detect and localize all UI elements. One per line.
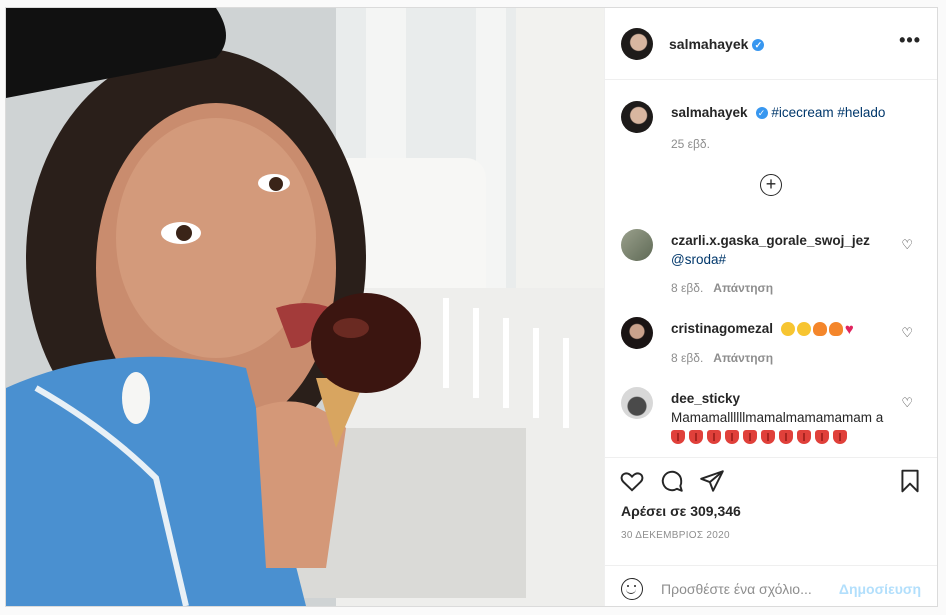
mention-link[interactable]: @sroda# (671, 252, 726, 267)
tongue-icon (707, 430, 721, 445)
post-date[interactable]: 30 ΔΕΚΕΜΒΡΙΟΣ 2020 (621, 530, 730, 541)
heart-icon[interactable]: ♡ (901, 237, 913, 253)
time-text: 8 εβδ. (671, 351, 704, 365)
red-heart-icon: ♥ (844, 320, 854, 338)
avatar[interactable] (621, 229, 653, 261)
caption-row: salmahayek ✓ #icecream #helado 25 εβδ. (621, 101, 921, 161)
fire-icon (828, 322, 843, 337)
fire-icon (812, 322, 827, 337)
comment-username[interactable]: dee_sticky (671, 391, 740, 406)
reply-button[interactable]: Απάντηση (713, 281, 773, 295)
tongue-icon (779, 430, 793, 445)
tongue-icon (671, 430, 685, 445)
post-photo[interactable] (6, 8, 604, 606)
tongue-icon (725, 430, 739, 445)
send-icon[interactable] (699, 468, 725, 494)
bookmark-icon[interactable] (897, 468, 923, 494)
comment-body: Mamamallllllmamalmamamamam a (671, 410, 884, 425)
time-text: 25 εβδ. (671, 137, 710, 151)
tongue-icon (815, 430, 829, 445)
tongue-icon (689, 430, 703, 445)
add-comment-bar: Προσθέστε ένα σχόλιο... Δημοσίευση (605, 565, 937, 615)
comment-text: cristinagomezal ♥ (671, 319, 891, 339)
list-item: cristinagomezal ♥ 8 εβδ. Απάντηση ♡ (621, 317, 921, 377)
post-card: salmahayek ✓ ••• salmahayek ✓ #icecream #h… (5, 7, 938, 607)
avatar[interactable] (621, 28, 653, 60)
comment-username[interactable]: cristinagomezal (671, 321, 773, 336)
comment-meta: 8 εβδ. Απάντηση (671, 281, 773, 295)
comments-list: salmahayek ✓ #icecream #helado 25 εβδ. + … (605, 79, 937, 457)
caption-username[interactable]: salmahayek (671, 105, 748, 120)
post-comment-button[interactable]: Δημοσίευση (839, 581, 921, 597)
caption-text: salmahayek ✓ #icecream #helado (671, 103, 891, 122)
comment-input[interactable]: Προσθέστε ένα σχόλιο... (661, 581, 812, 597)
verified-badge-icon: ✓ (752, 39, 765, 52)
plus-circle-icon[interactable]: + (760, 174, 782, 196)
username-text[interactable]: salmahayek (669, 36, 748, 52)
tongue-emoji-row (671, 429, 851, 445)
heart-icon[interactable] (619, 468, 645, 494)
avatar[interactable] (621, 317, 653, 349)
list-item: dee_sticky Mamamallllllmamalmamamamam a … (621, 387, 921, 447)
time-text: 8 εβδ. (671, 281, 704, 295)
likes-count[interactable]: Αρέσει σε 309,346 (621, 503, 741, 519)
avatar[interactable] (621, 387, 653, 419)
verified-badge-icon: ✓ (755, 107, 768, 120)
caption-time: 25 εβδ. (671, 137, 710, 151)
action-bar: Αρέσει σε 309,346 30 ΔΕΚΕΜΒΡΙΟΣ 2020 Προ… (605, 457, 937, 602)
tongue-icon (833, 430, 847, 445)
list-item: czarli.x.gaska_gorale_swoj_jez @sroda# 8… (621, 229, 921, 299)
comment-meta: 8 εβδ. Απάντηση (671, 351, 773, 365)
comment-text: czarli.x.gaska_gorale_swoj_jez @sroda# (671, 231, 891, 269)
hashtag-link[interactable]: #icecream (771, 105, 833, 120)
avatar[interactable] (621, 101, 653, 133)
header-username[interactable]: salmahayek ✓ (669, 36, 765, 52)
laughing-face-icon (796, 322, 811, 337)
reply-button[interactable]: Απάντηση (713, 351, 773, 365)
comment-username[interactable]: czarli.x.gaska_gorale_swoj_jez (671, 233, 870, 248)
heart-icon[interactable]: ♡ (901, 395, 913, 411)
comment-icon[interactable] (659, 468, 685, 494)
comment-text: dee_sticky Mamamallllllmamalmamamamam a (671, 389, 891, 446)
post-sidebar: salmahayek ✓ ••• salmahayek ✓ #icecream #h… (604, 8, 937, 606)
tongue-icon (797, 430, 811, 445)
emoji-icon[interactable] (621, 578, 643, 600)
hashtag-link[interactable]: #helado (837, 105, 885, 120)
laughing-face-icon (780, 322, 795, 337)
heart-icon[interactable]: ♡ (901, 325, 913, 341)
photo-illustration (6, 8, 604, 606)
post-header: salmahayek ✓ ••• (605, 8, 937, 80)
tongue-icon (743, 430, 757, 445)
more-options-icon[interactable]: ••• (899, 30, 921, 51)
tongue-icon (761, 430, 775, 445)
